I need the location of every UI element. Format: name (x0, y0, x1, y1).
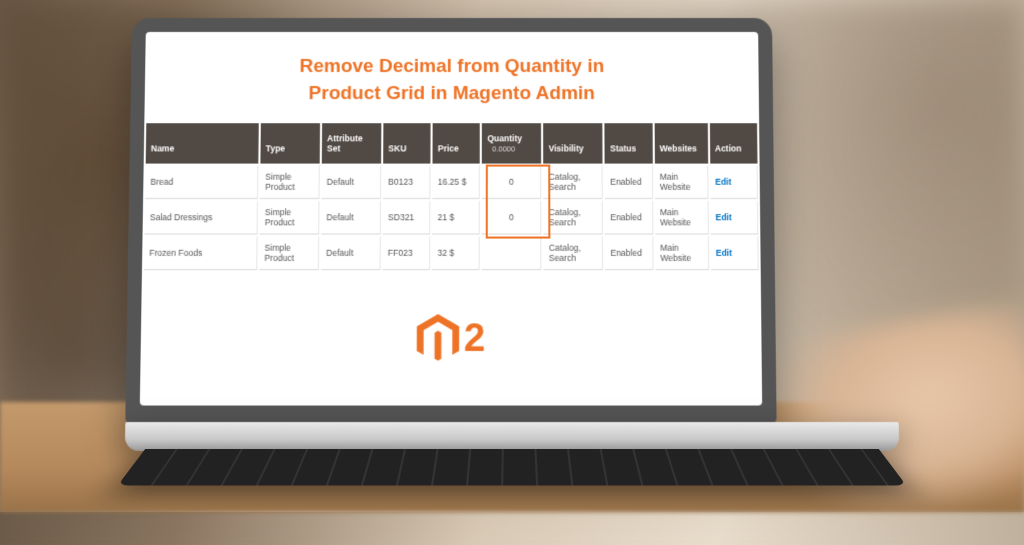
cell-action: Edit (710, 201, 758, 234)
cell-status: Enabled (605, 237, 653, 271)
laptop-screen-frame: Remove Decimal from Quantity in Product … (125, 18, 776, 424)
laptop-base (125, 422, 899, 451)
cell-price: 16.25 $ (433, 166, 481, 199)
col-quantity[interactable]: Quantity 0.0000 (482, 123, 541, 163)
laptop-keyboard (118, 449, 907, 486)
title-line-2: Product Grid in Magento Admin (309, 83, 595, 104)
cell-visibility: Catalog, Search (544, 201, 604, 234)
edit-link[interactable]: Edit (715, 212, 731, 222)
table-row[interactable]: Salad DressingsSimple ProductDefaultSD32… (145, 201, 759, 234)
cell-quantity: 0 (482, 166, 541, 199)
cell-websites: Main Website (655, 166, 709, 199)
table-row[interactable]: BreadSimple ProductDefaultB012316.25 $0C… (145, 166, 758, 199)
cell-sku: SD321 (383, 201, 431, 234)
title-line-1: Remove Decimal from Quantity in (299, 56, 604, 77)
cell-visibility: Catalog, Search (544, 166, 604, 199)
col-quantity-sample: 0.0000 (492, 145, 515, 154)
col-quantity-label: Quantity (487, 133, 522, 143)
cell-type: Simple Product (260, 166, 320, 199)
col-sku[interactable]: SKU (383, 123, 431, 163)
cell-attr: Default (321, 201, 381, 234)
cell-price: 32 $ (432, 237, 480, 271)
grid-header-row: Name Type Attribute Set SKU Price Quanti… (146, 123, 758, 163)
col-websites[interactable]: Websites (654, 123, 708, 163)
cell-type: Simple Product (260, 201, 320, 234)
cell-visibility: Catalog, Search (544, 237, 604, 271)
col-status[interactable]: Status (605, 123, 653, 163)
cell-status: Enabled (605, 201, 653, 234)
cell-websites: Main Website (655, 201, 709, 234)
laptop: Remove Decimal from Quantity in Product … (124, 18, 901, 522)
cell-websites: Main Website (655, 237, 709, 271)
cell-quantity: 0 (482, 201, 542, 234)
magento-version-label: 2 (464, 317, 486, 361)
magento-logo-row: 2 (140, 272, 762, 405)
table-row[interactable]: Frozen FoodsSimple ProductDefaultFF02332… (144, 237, 759, 271)
col-price[interactable]: Price (433, 123, 481, 163)
cell-attr: Default (321, 237, 381, 271)
magento-icon (417, 314, 460, 363)
col-visibility[interactable]: Visibility (544, 123, 603, 163)
cell-attr: Default (322, 166, 382, 199)
cell-sku: B0123 (383, 166, 431, 199)
product-grid: Name Type Attribute Set SKU Price Quanti… (142, 121, 761, 272)
col-type[interactable]: Type (261, 123, 321, 163)
col-name[interactable]: Name (146, 123, 259, 163)
page-title: Remove Decimal from Quantity in Product … (144, 32, 759, 121)
laptop-screen: Remove Decimal from Quantity in Product … (140, 32, 762, 406)
cell-status: Enabled (605, 166, 653, 199)
cell-type: Simple Product (259, 237, 319, 271)
cell-name: Frozen Foods (144, 237, 258, 271)
cell-action: Edit (711, 237, 759, 271)
edit-link[interactable]: Edit (716, 248, 732, 258)
edit-link[interactable]: Edit (715, 177, 731, 187)
col-attr-set[interactable]: Attribute Set (322, 123, 382, 163)
cell-action: Edit (710, 166, 758, 199)
cell-sku: FF023 (383, 237, 431, 271)
col-action[interactable]: Action (710, 123, 758, 163)
cell-name: Salad Dressings (145, 201, 259, 234)
cell-price: 21 $ (433, 201, 481, 234)
cell-name: Bread (145, 166, 258, 199)
cell-quantity (482, 237, 542, 271)
